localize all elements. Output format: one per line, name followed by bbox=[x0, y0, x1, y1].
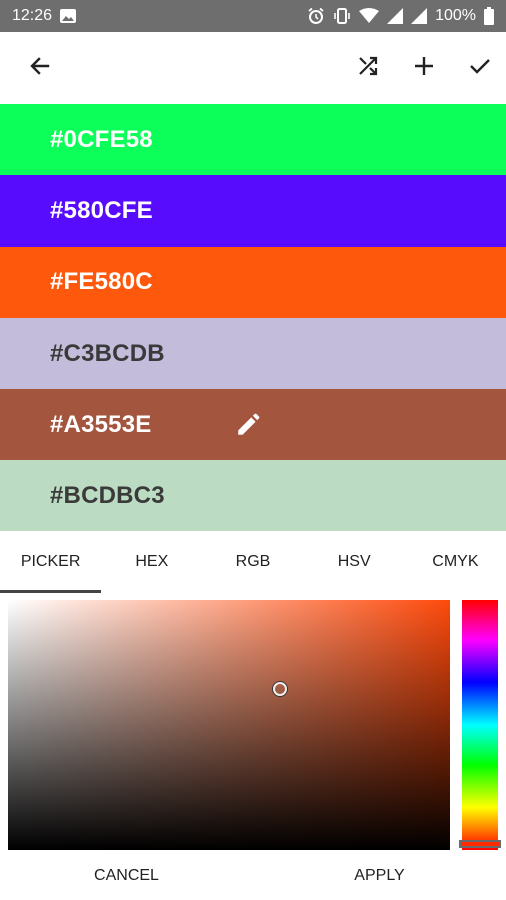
color-swatch[interactable]: #FE580C bbox=[0, 246, 506, 318]
image-icon bbox=[60, 9, 77, 23]
tab-hsv[interactable]: HSV bbox=[304, 531, 405, 593]
confirm-button[interactable] bbox=[458, 46, 502, 90]
cancel-label: CANCEL bbox=[94, 867, 159, 884]
alarm-icon bbox=[307, 7, 325, 25]
tab-rgb[interactable]: RGB bbox=[202, 531, 303, 593]
signal-icon bbox=[411, 8, 428, 24]
hue-slider[interactable] bbox=[459, 600, 501, 850]
color-swatch[interactable]: #BCDBC3 bbox=[0, 460, 506, 532]
tab-picker[interactable]: PICKER bbox=[0, 531, 102, 593]
apply-button[interactable]: APPLY bbox=[253, 852, 506, 900]
add-color-button[interactable] bbox=[402, 46, 446, 90]
vibrate-icon bbox=[333, 7, 351, 25]
signal-icon bbox=[387, 8, 404, 24]
back-arrow-icon bbox=[28, 54, 52, 83]
saturation-value-picker[interactable] bbox=[8, 600, 450, 850]
color-hex-label: #0CFE58 bbox=[50, 125, 153, 153]
tab-hex[interactable]: HEX bbox=[101, 531, 202, 593]
dialog-actions: CANCEL APPLY bbox=[0, 852, 506, 900]
picker-tabs: PICKER HEX RGB HSV CMYK bbox=[0, 531, 506, 593]
battery-icon bbox=[484, 7, 494, 25]
status-bar: 12:26 100% bbox=[0, 0, 506, 32]
picker-cursor[interactable] bbox=[273, 682, 287, 696]
wifi-icon bbox=[359, 8, 380, 24]
status-time: 12:26 bbox=[12, 7, 53, 24]
tab-cmyk[interactable]: CMYK bbox=[405, 531, 506, 593]
toolbar bbox=[0, 32, 506, 104]
shuffle-button[interactable] bbox=[346, 46, 390, 90]
battery-percent: 100% bbox=[435, 7, 476, 24]
tab-label: PICKER bbox=[20, 553, 81, 570]
tab-label: HEX bbox=[135, 553, 169, 570]
color-hex-label: #BCDBC3 bbox=[50, 482, 165, 510]
color-hex-label: #A3553E bbox=[50, 410, 152, 438]
status-bar-left: 12:26 bbox=[12, 7, 77, 25]
plus-icon bbox=[412, 54, 436, 83]
tab-label: CMYK bbox=[432, 553, 479, 570]
edit-pencil-icon[interactable] bbox=[232, 409, 264, 441]
color-swatch[interactable]: #C3BCDB bbox=[0, 317, 506, 390]
status-bar-right: 100% bbox=[307, 7, 494, 25]
color-hex-label: #C3BCDB bbox=[50, 339, 165, 367]
back-button[interactable] bbox=[18, 46, 62, 90]
tab-label: HSV bbox=[337, 553, 371, 570]
color-hex-label: #580CFE bbox=[50, 196, 153, 224]
color-hex-label: #FE580C bbox=[50, 268, 153, 296]
apply-label: APPLY bbox=[354, 867, 405, 884]
check-icon bbox=[468, 54, 492, 83]
hue-slider-handle[interactable] bbox=[459, 840, 501, 848]
color-list: #0CFE58 #580CFE #FE580C #C3BCDB #A3553E … bbox=[0, 104, 506, 532]
cancel-button[interactable]: CANCEL bbox=[0, 852, 253, 900]
color-swatch[interactable]: #0CFE58 bbox=[0, 104, 506, 176]
tab-label: RGB bbox=[235, 553, 271, 570]
shuffle-icon bbox=[356, 54, 380, 83]
color-swatch-selected[interactable]: #A3553E bbox=[0, 389, 506, 461]
color-swatch[interactable]: #580CFE bbox=[0, 175, 506, 247]
